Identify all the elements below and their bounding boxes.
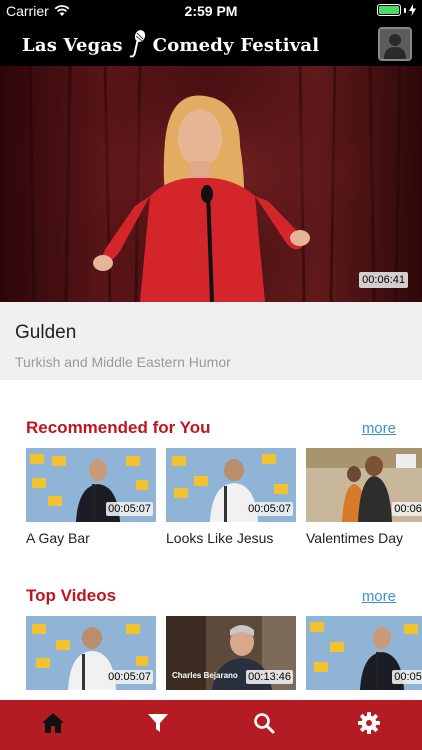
video-thumbnail: 00:05:07 (26, 448, 156, 522)
filter-icon (148, 714, 168, 732)
video-duration: 00:05:07 (106, 502, 153, 516)
featured-info: Gulden Turkish and Middle Eastern Humor (0, 302, 422, 380)
video-duration: 00:13:46 (246, 670, 293, 684)
video-duration: 00:05:07 (106, 670, 153, 684)
status-right (377, 4, 416, 16)
logo-text-left: Las Vegas (22, 34, 123, 56)
video-title: Valentimes Day (306, 530, 404, 546)
video-thumbnail: 00:05:0 (306, 616, 422, 690)
video-duration: 00:06:5 (392, 502, 422, 516)
profile-button[interactable] (378, 27, 412, 61)
user-icon (380, 29, 410, 59)
video-card[interactable]: 00:05:07 A Gay Bar (26, 448, 156, 546)
video-thumbnail: 00:05:07 (26, 616, 156, 690)
more-link-top-videos[interactable]: more (362, 588, 396, 605)
more-link-recommended[interactable]: more (362, 420, 396, 437)
section-title-recommended: Recommended for You (26, 418, 211, 437)
charging-icon (409, 4, 416, 16)
battery-icon (377, 4, 401, 16)
video-card[interactable]: 00:05:07 (26, 616, 156, 690)
gear-icon (358, 712, 380, 734)
video-thumbnail: 00:05:07 (166, 448, 296, 522)
tab-bar (0, 700, 422, 750)
home-icon (42, 713, 64, 733)
status-bar: Carrier 2:59 PM (0, 0, 422, 22)
video-title: A Gay Bar (26, 530, 90, 546)
tab-home[interactable] (40, 710, 66, 736)
video-card[interactable]: 00:05:0 (306, 616, 422, 690)
video-duration: 00:05:07 (246, 502, 293, 516)
featured-video-thumbnail (0, 66, 422, 302)
microphone-icon (129, 30, 145, 58)
video-card[interactable]: 00:06:5 Valentimes Day (306, 448, 422, 546)
video-row-recommended: 00:05:07 A Gay Bar 00:05:07 Looks Like J… (26, 448, 422, 558)
status-time: 2:59 PM (184, 3, 238, 19)
tab-search[interactable] (251, 710, 277, 736)
tab-settings[interactable] (356, 710, 382, 736)
featured-video[interactable]: 00:06:41 (0, 66, 422, 302)
featured-subtitle: Turkish and Middle Eastern Humor (15, 354, 231, 370)
featured-title: Gulden (15, 322, 77, 343)
video-card[interactable]: 00:13:46 Charles Bejarano (166, 616, 296, 690)
video-duration: 00:05:0 (392, 670, 422, 684)
app-header: Las Vegas Comedy Festival (0, 22, 422, 66)
video-thumbnail: 00:13:46 Charles Bejarano (166, 616, 296, 690)
video-caption: Charles Bejarano (172, 671, 238, 680)
logo-text-right: Comedy Festival (152, 34, 320, 56)
video-thumbnail: 00:06:5 (306, 448, 422, 522)
battery-tip (404, 7, 406, 13)
search-icon (254, 713, 275, 734)
video-row-top-videos: 00:05:07 00:13:46 Charles Bejarano 00:05 (26, 616, 422, 700)
video-title: Looks Like Jesus (166, 530, 274, 546)
app-logo[interactable]: Las Vegas Comedy Festival (22, 30, 319, 60)
video-card[interactable]: 00:05:07 Looks Like Jesus (166, 448, 296, 546)
featured-duration: 00:06:41 (359, 272, 408, 288)
section-title-top-videos: Top Videos (26, 586, 117, 605)
tab-filter[interactable] (145, 710, 171, 736)
